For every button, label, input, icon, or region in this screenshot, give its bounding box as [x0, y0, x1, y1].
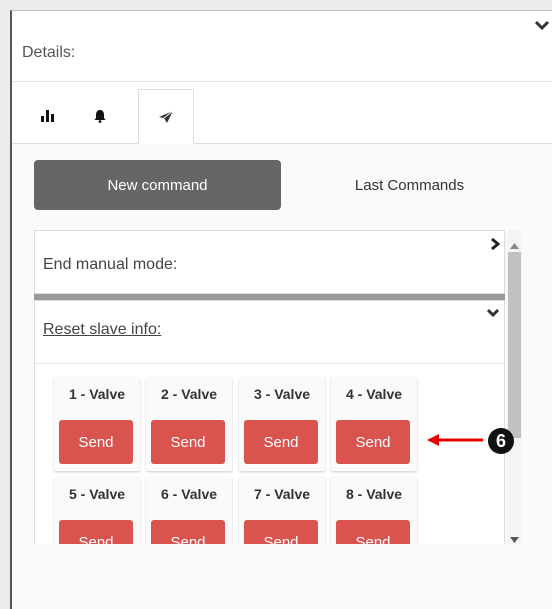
- valve-name: 5 - Valve: [68, 486, 126, 502]
- valve-name: 8 - Valve: [345, 486, 403, 502]
- command-label[interactable]: Reset slave info:: [43, 321, 161, 339]
- panel-header: Details:: [12, 11, 552, 82]
- command-label: End manual mode:: [43, 256, 178, 273]
- annotation-badge: 6: [488, 428, 514, 454]
- commands-list: End manual mode: Reset slave info: 1 - V…: [34, 230, 507, 544]
- chevron-down-icon[interactable]: [534, 19, 550, 33]
- valve-name: 1 - Valve: [68, 386, 126, 402]
- send-button[interactable]: Send: [151, 420, 225, 464]
- valve-name: 2 - Valve: [160, 386, 218, 402]
- send-button[interactable]: Send: [151, 520, 225, 544]
- send-button[interactable]: Send: [244, 520, 318, 544]
- command-header[interactable]: Reset slave info:: [35, 301, 504, 364]
- command-end-manual-mode[interactable]: End manual mode:: [34, 230, 505, 294]
- send-button[interactable]: Send: [59, 420, 133, 464]
- tab-commands[interactable]: [138, 89, 194, 144]
- valve-card: 2 - Valve Send: [146, 377, 232, 471]
- tab-bar: [12, 81, 552, 144]
- chevron-right-icon[interactable]: [490, 237, 501, 256]
- commands-tab-body: New command Last Commands End manual mod…: [12, 144, 552, 609]
- chevron-down-icon[interactable]: [486, 305, 500, 323]
- valve-name: 7 - Valve: [253, 486, 311, 502]
- annotation-arrow-icon: [427, 434, 483, 446]
- send-button[interactable]: Send: [336, 420, 410, 464]
- scroll-down-icon[interactable]: [510, 530, 519, 544]
- tab-notifications[interactable]: [72, 89, 128, 143]
- valve-card: 6 - Valve Send: [146, 477, 232, 544]
- panel-title: Details:: [22, 44, 76, 61]
- bar-chart-icon: [41, 110, 54, 122]
- details-panel: Details: New command Last Commands End m…: [10, 10, 552, 609]
- new-command-button[interactable]: New command: [34, 160, 281, 210]
- commands-list-scroll[interactable]: End manual mode: Reset slave info: 1 - V…: [34, 230, 522, 544]
- valve-name: 3 - Valve: [253, 386, 311, 402]
- valve-card: 8 - Valve Send: [331, 477, 417, 544]
- tab-statistics[interactable]: [20, 89, 76, 143]
- send-button[interactable]: Send: [336, 520, 410, 544]
- bell-icon: [94, 110, 106, 123]
- valve-card: 1 - Valve Send: [54, 377, 140, 471]
- valve-name: 4 - Valve: [345, 386, 403, 402]
- vertical-scrollbar[interactable]: [507, 230, 522, 544]
- send-button[interactable]: Send: [244, 420, 318, 464]
- valve-name: 6 - Valve: [160, 486, 218, 502]
- valve-card: 7 - Valve Send: [239, 477, 325, 544]
- last-commands-button[interactable]: Last Commands: [302, 160, 517, 210]
- scrollbar-thumb[interactable]: [508, 252, 521, 438]
- valve-card: 4 - Valve Send: [331, 377, 417, 471]
- send-button[interactable]: Send: [59, 520, 133, 544]
- valve-card: 5 - Valve Send: [54, 477, 140, 544]
- command-reset-slave-info: Reset slave info: 1 - Valve Send 2 - Val…: [34, 300, 505, 544]
- paper-plane-icon: [159, 110, 174, 123]
- valve-card: 3 - Valve Send: [239, 377, 325, 471]
